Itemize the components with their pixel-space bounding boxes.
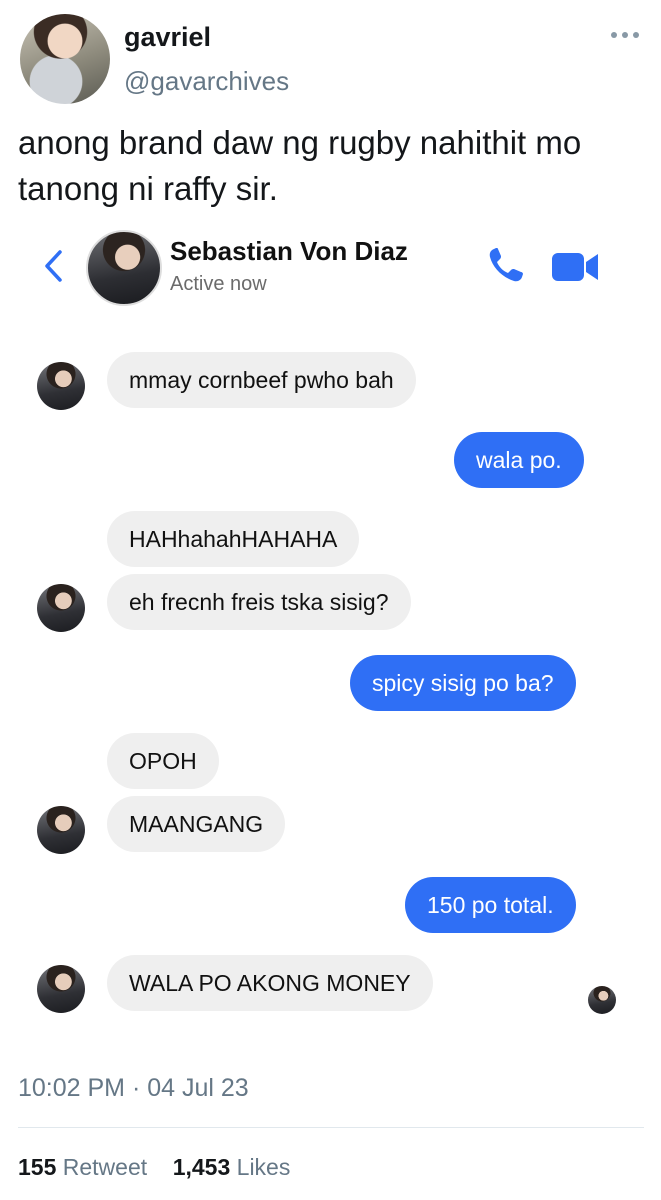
retweet-stat[interactable]: 155 Retweet	[18, 1154, 147, 1180]
contact-avatar	[86, 230, 162, 306]
message-bubble-incoming: MAANGANG	[107, 796, 286, 852]
contact-mini-avatar	[37, 965, 85, 1013]
tweet-text: anong brand daw ng rugby nahithit mo tan…	[18, 124, 582, 207]
author-handle[interactable]: @gavarchives	[124, 66, 289, 97]
seen-indicator-avatar	[588, 986, 616, 1014]
message-bubble-outgoing: wala po.	[454, 432, 584, 488]
phone-icon	[489, 248, 523, 282]
message-bubble-incoming: HAHhahahHAHAHA	[107, 511, 360, 567]
engagement-stats: 155 Retweet 1,453 Likes	[18, 1154, 290, 1181]
retweet-label: Retweet	[62, 1154, 148, 1180]
divider	[18, 1127, 644, 1128]
message-bubble-incoming: mmay cornbeef pwho bah	[107, 352, 416, 408]
likes-count: 1,453	[172, 1154, 231, 1180]
contact-mini-avatar	[37, 806, 85, 854]
contact-mini-avatar	[37, 584, 85, 632]
chevron-left-icon	[45, 250, 62, 282]
message-bubble-incoming: WALA PO AKONG MONEY	[107, 955, 433, 1011]
contact-mini-avatar	[37, 362, 85, 410]
author-avatar[interactable]	[20, 14, 110, 104]
retweet-count: 155	[18, 1154, 57, 1180]
message-bubble-outgoing: spicy sisig po ba?	[350, 655, 576, 711]
message-bubble-incoming: OPOH	[107, 733, 219, 789]
message-bubble-outgoing: 150 po total.	[405, 877, 576, 933]
author-display-name[interactable]: gavriel	[124, 22, 211, 53]
more-icon[interactable]	[610, 30, 640, 40]
likes-stat[interactable]: 1,453 Likes	[173, 1154, 291, 1180]
message-bubble-incoming: eh frecnh freis tska sisig?	[107, 574, 411, 630]
contact-name: Sebastian Von Diaz	[170, 236, 408, 266]
tweet-timestamp[interactable]: 10:02 PM · 04 Jul 23	[18, 1074, 249, 1103]
likes-label: Likes	[236, 1154, 291, 1180]
active-status: Active now	[170, 273, 267, 295]
video-camera-icon	[552, 253, 598, 281]
